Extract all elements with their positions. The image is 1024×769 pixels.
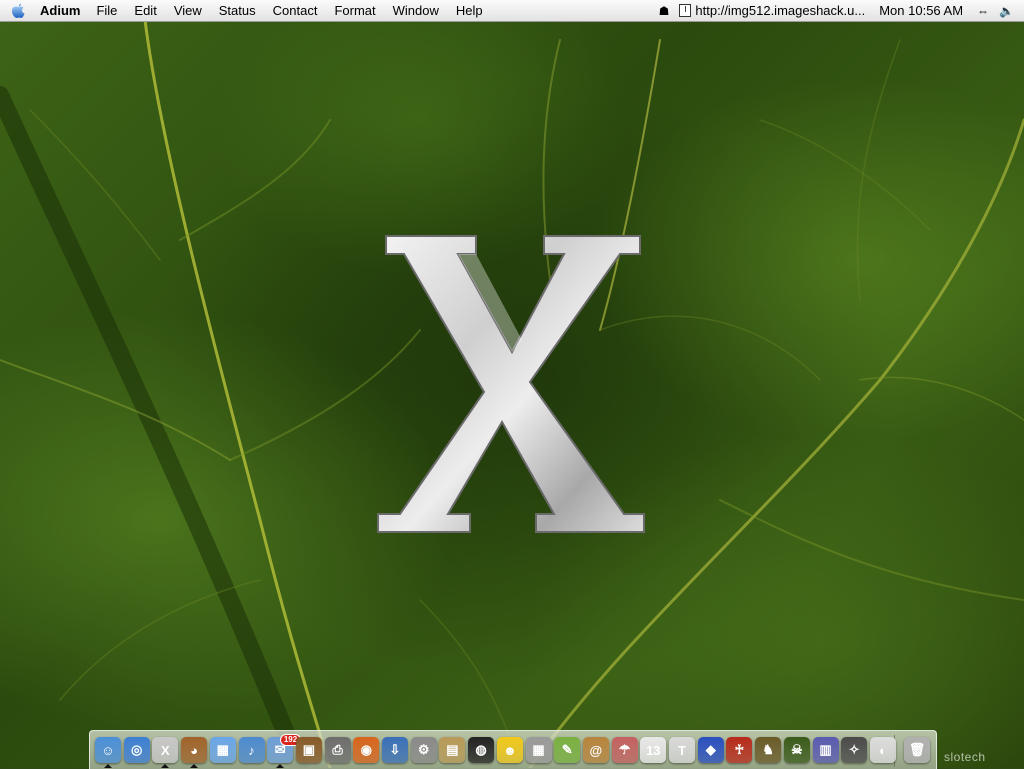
url-clip-icon[interactable]: I (679, 4, 692, 17)
adium-duck-glyph: ◕ (190, 742, 199, 758)
menu-format[interactable]: Format (334, 3, 375, 18)
orc-game-glyph: ☠ (790, 742, 803, 757)
robot-icon[interactable]: ☗ (659, 4, 670, 18)
yellow-face-icon[interactable]: ☻ (496, 737, 523, 763)
red-figure-icon[interactable]: ♰ (726, 737, 753, 763)
downloads-glyph: ⇩ (389, 742, 401, 757)
printer-glyph: ⎙ (332, 742, 343, 757)
address-book-glyph: @ (589, 742, 603, 758)
black-cat-glyph: ◍ (475, 742, 487, 757)
pencil-pad-glyph: ✎ (561, 742, 573, 757)
game-art-icon[interactable]: ♞ (755, 737, 782, 763)
menu-contact[interactable]: Contact (273, 3, 318, 18)
menu-bar: Adium File Edit View Status Contact Form… (0, 0, 1024, 22)
firefox-icon[interactable]: ◉ (353, 737, 380, 763)
ical-glyph: 13 (646, 742, 661, 758)
mail-icon[interactable]: ✉ 192 (267, 734, 302, 768)
preview-glyph: ▦ (216, 742, 229, 757)
game-art-glyph: ♞ (762, 742, 774, 757)
finder-icon[interactable]: ☺ (95, 737, 121, 768)
running-indicator (104, 764, 112, 768)
emblem-icon[interactable]: ✧ (841, 737, 868, 763)
orc-game-icon[interactable]: ☠ (783, 737, 810, 763)
trash-icon[interactable]: 🗑 (904, 737, 930, 763)
pill-glyph: ◐ (878, 742, 887, 758)
red-figure-glyph: ♰ (734, 742, 745, 757)
trash-glyph: 🗑 (908, 742, 926, 757)
gear-utility-icon[interactable]: ⚙ (410, 737, 437, 763)
itunes-glyph: ♪ (248, 742, 255, 758)
itunes-icon[interactable]: ♪ (238, 737, 265, 763)
emblem-glyph: ✧ (848, 742, 860, 757)
running-indicator (161, 764, 170, 768)
menu-view[interactable]: View (174, 3, 202, 18)
textedit-icon[interactable]: T (669, 737, 695, 763)
photo-stack-icon[interactable]: ▥ (812, 737, 839, 763)
menu-help[interactable]: Help (456, 3, 483, 18)
iphoto-glyph: ▣ (302, 742, 316, 757)
ical-icon[interactable]: 13 (640, 737, 667, 763)
menu-status[interactable]: Status (219, 3, 256, 18)
blue-app-glyph: ◆ (705, 742, 716, 757)
sync-arrows-icon[interactable]: ⇔ (977, 4, 989, 18)
firefox-glyph: ◉ (360, 742, 372, 757)
speaker-icon[interactable]: 🔈 (999, 4, 1014, 18)
calculator-icon[interactable]: ▦ (525, 737, 552, 763)
blue-app-icon[interactable]: ◆ (697, 737, 724, 763)
mac-os-x-logo (372, 232, 652, 542)
address-book-icon[interactable]: @ (582, 737, 609, 763)
watermark-text: slotech (944, 750, 986, 764)
satellite-dish-glyph: ☂ (618, 742, 631, 757)
gear-utility-glyph: ⚙ (417, 742, 430, 757)
menu-edit[interactable]: Edit (134, 3, 156, 18)
x-logo-graphic (377, 235, 645, 533)
url-menu-extra[interactable]: http://img512.imageshack.u... (695, 3, 865, 18)
menu-clock[interactable]: Mon 10:56 AM (879, 3, 963, 18)
black-cat-icon[interactable]: ◍ (468, 737, 495, 763)
iphoto-icon[interactable]: ▣ (295, 737, 322, 763)
dock: ☺ ◎ X ◕ ▦ ♪ ✉ 192 ▣ ⎙ ◉ ⇩ ⚙ ▤ ◍ ☻ ▦ ✎ @ ☂ 13 T ◆ ♰ ♞ ☠ ▥ ✧ ◐ 🗑 (89, 730, 937, 769)
menu-app-adium[interactable]: Adium (40, 3, 80, 18)
menu-file[interactable]: File (96, 3, 117, 18)
menu-extras: ☗ I http://img512.imageshack.u... Mon 10… (659, 3, 1024, 18)
finder-glyph: ☺ (101, 742, 115, 758)
running-indicator (276, 764, 285, 768)
mac-os-x-icon[interactable]: X (152, 737, 179, 768)
stuffit-box-icon[interactable]: ▤ (439, 737, 466, 763)
textedit-glyph: T (678, 742, 686, 758)
safari-glyph: ◎ (131, 742, 143, 757)
downloads-icon[interactable]: ⇩ (382, 737, 408, 763)
pill-icon[interactable]: ◐ (869, 737, 896, 763)
menu-window[interactable]: Window (393, 3, 439, 18)
mac-os-x-glyph: X (161, 742, 170, 758)
satellite-dish-icon[interactable]: ☂ (611, 737, 638, 763)
apple-menu-icon[interactable] (10, 2, 26, 19)
safari-icon[interactable]: ◎ (123, 737, 150, 763)
printer-icon[interactable]: ⎙ (324, 737, 351, 763)
pencil-pad-icon[interactable]: ✎ (554, 737, 581, 763)
running-indicator (190, 764, 199, 768)
photo-stack-glyph: ▥ (819, 742, 832, 757)
stuffit-box-glyph: ▤ (446, 742, 459, 757)
preview-icon[interactable]: ▦ (209, 737, 236, 763)
yellow-face-glyph: ☻ (502, 742, 517, 758)
calculator-glyph: ▦ (532, 742, 545, 757)
adium-duck-icon[interactable]: ◕ (181, 737, 208, 768)
